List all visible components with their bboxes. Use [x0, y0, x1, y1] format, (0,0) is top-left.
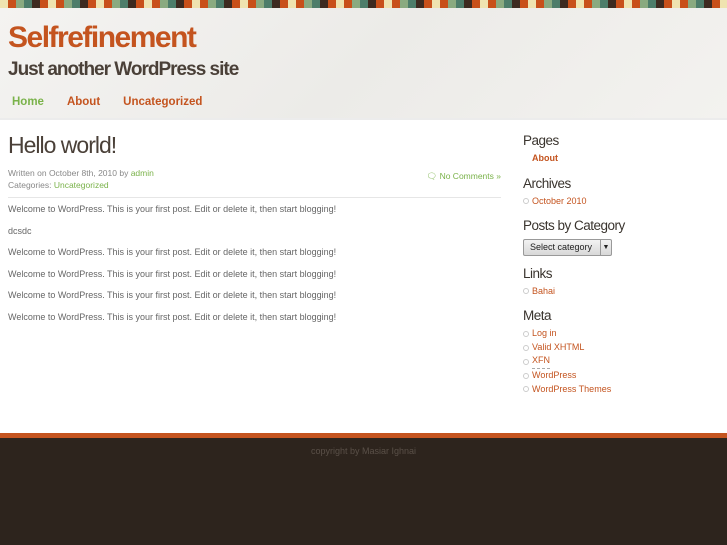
bullet-icon: [523, 344, 529, 351]
categories-label: Categories:: [8, 180, 54, 190]
site-title[interactable]: Selfrefinement: [8, 21, 197, 55]
category-select[interactable]: Select category ▼: [523, 238, 612, 256]
paragraph: Welcome to WordPress. This is your first…: [8, 204, 337, 214]
footer: copyright by Masiar Ighnai: [0, 433, 727, 545]
meta-label: XFN: [532, 354, 550, 370]
bullet-icon: [523, 372, 529, 379]
copyright: copyright by Masiar Ighnai: [310, 446, 417, 456]
meta-valid-xhtml[interactable]: Valid XHTML: [523, 341, 723, 355]
decorative-stripe-bar: [0, 0, 727, 8]
post-title[interactable]: Hello world!: [8, 132, 501, 159]
archive-label: October 2010: [532, 195, 587, 206]
archives-heading: Archives: [523, 175, 571, 191]
divider: [8, 197, 501, 198]
nav-about[interactable]: About: [67, 96, 100, 108]
meta-label: Log in: [532, 328, 557, 339]
meta-label: Valid XHTML: [532, 341, 585, 352]
paragraph: Welcome to WordPress. This is your first…: [8, 247, 337, 257]
pages-heading: Pages: [523, 133, 559, 148]
comments-label: No Comments »: [439, 171, 501, 181]
post: Hello world! Written on October 8th, 201…: [8, 132, 501, 333]
written-on: Written on October 8th, 2010 by: [8, 168, 131, 178]
category-heading: Posts by Category: [523, 218, 625, 234]
bullet-icon: [523, 331, 529, 338]
site-header: Selfrefinement Just another WordPress si…: [0, 8, 727, 120]
sidebar: Pages About Archives October 2010 Posts …: [523, 133, 723, 406]
comment-bubble-icon: 🗨: [426, 171, 438, 181]
bullet-icon: [523, 288, 529, 295]
meta-wordpress[interactable]: WordPress: [523, 369, 723, 383]
meta-heading: Meta: [523, 308, 552, 324]
link-label: Bahai: [532, 285, 556, 296]
bullet-icon: [523, 358, 529, 365]
paragraph: Welcome to WordPress. This is your first…: [8, 268, 337, 279]
links-heading: Links: [523, 265, 553, 281]
meta-wordpress-themes[interactable]: WordPress Themes: [523, 383, 723, 397]
select-value: Select category: [530, 242, 593, 253]
meta-label: WordPress Themes: [532, 383, 612, 394]
category-link[interactable]: Uncategorized: [54, 180, 109, 190]
paragraph: dcsdc: [8, 225, 32, 236]
chevron-down-icon: ▼: [600, 239, 611, 255]
bullet-icon: [523, 198, 529, 205]
meta-login[interactable]: Log in: [523, 327, 723, 341]
nav-uncategorized[interactable]: Uncategorized: [123, 96, 202, 108]
archive-october-2010[interactable]: October 2010: [523, 195, 723, 209]
link-bahai[interactable]: Bahai: [523, 285, 723, 299]
paragraph: Welcome to WordPress. This is your first…: [8, 311, 337, 322]
page-about[interactable]: About: [523, 152, 723, 166]
main-nav: Home About Uncategorized: [12, 96, 225, 108]
author-link[interactable]: admin: [131, 168, 154, 178]
site-description: Just another WordPress site: [8, 59, 239, 80]
bullet-icon: [523, 386, 529, 393]
nav-home[interactable]: Home: [12, 96, 44, 108]
post-content: Welcome to WordPress. This is your first…: [8, 204, 501, 322]
meta-xfn[interactable]: XFN: [523, 354, 723, 370]
comments-link[interactable]: 🗨 No Comments »: [426, 170, 501, 182]
meta-label: WordPress: [532, 370, 577, 381]
paragraph: Welcome to WordPress. This is your first…: [8, 290, 337, 300]
post-meta: Written on October 8th, 2010 by admin Ca…: [8, 167, 501, 191]
